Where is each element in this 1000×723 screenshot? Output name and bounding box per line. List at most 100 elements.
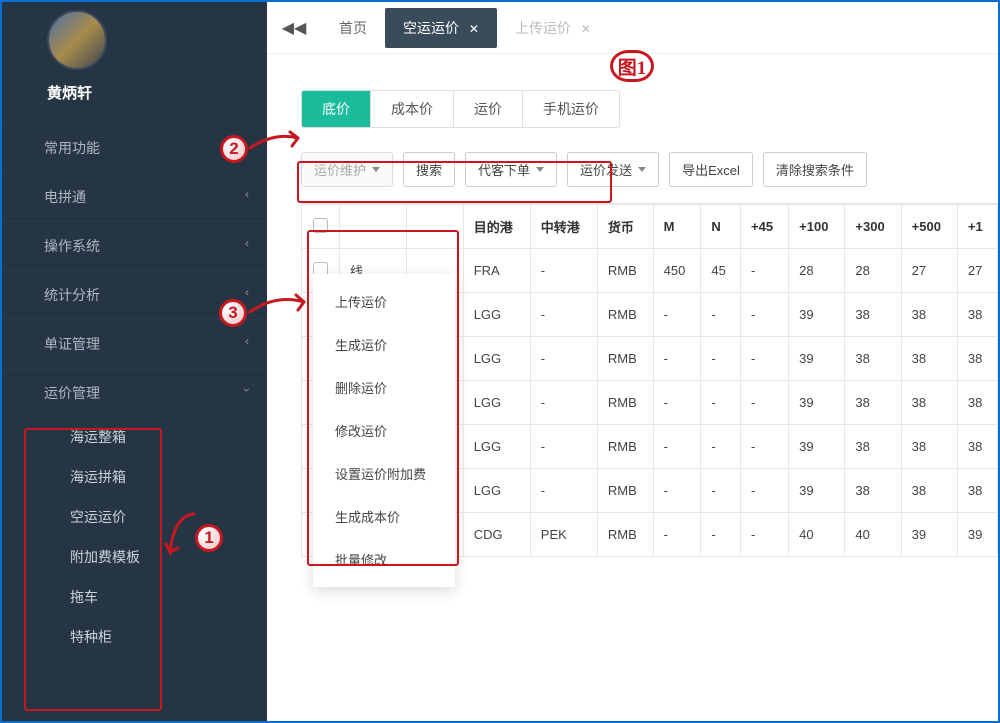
maintain-dropdown-button[interactable]: 运价维护 bbox=[301, 152, 393, 187]
cell-1: 27 bbox=[957, 249, 997, 293]
cell-dest: LGG bbox=[463, 425, 530, 469]
avatar[interactable] bbox=[47, 10, 107, 70]
submenu-trailer[interactable]: 拖车 bbox=[2, 577, 267, 617]
cell-500: 38 bbox=[901, 293, 957, 337]
chevron-left-icon: ‹ bbox=[245, 187, 249, 201]
submenu-special[interactable]: 特种柜 bbox=[2, 617, 267, 657]
chevron-down-icon: › bbox=[240, 388, 254, 392]
sidebar-item-stats[interactable]: 统计分析 ‹ bbox=[2, 270, 267, 319]
cell-500: 38 bbox=[901, 381, 957, 425]
cell-n: - bbox=[701, 469, 741, 513]
dropdown-batch-edit[interactable]: 批量修改 bbox=[313, 538, 455, 581]
dropdown-upload-price[interactable]: 上传运价 bbox=[313, 280, 455, 323]
close-icon[interactable]: ✕ bbox=[581, 22, 591, 36]
cell-45: - bbox=[741, 293, 789, 337]
close-icon[interactable]: ✕ bbox=[469, 22, 479, 36]
sidebar-item-price-mgmt[interactable]: 运价管理 › bbox=[2, 368, 267, 417]
top-tabs: ◀◀ 首页 空运运价 ✕ 上传运价 ✕ bbox=[267, 2, 998, 54]
col-300: +300 bbox=[845, 205, 901, 249]
checkbox-icon[interactable] bbox=[313, 218, 328, 233]
main: ◀◀ 首页 空运运价 ✕ 上传运价 ✕ 底价 成本价 运价 手机运价 运价维护 … bbox=[267, 2, 998, 721]
cell-n: - bbox=[701, 381, 741, 425]
cell-500: 38 bbox=[901, 337, 957, 381]
cell-transit: - bbox=[530, 469, 597, 513]
cell-m: 450 bbox=[653, 249, 701, 293]
caret-down-icon bbox=[536, 167, 544, 172]
col-m: M bbox=[653, 205, 701, 249]
sidebar-item-ops[interactable]: 操作系统 ‹ bbox=[2, 221, 267, 270]
cell-currency: RMB bbox=[597, 425, 653, 469]
sidebar-item-label: 单证管理 bbox=[44, 336, 100, 352]
export-excel-button[interactable]: 导出Excel bbox=[669, 152, 753, 187]
sidebar-item-label: 操作系统 bbox=[44, 238, 100, 254]
cell-currency: RMB bbox=[597, 249, 653, 293]
tab-cost-price[interactable]: 成本价 bbox=[371, 91, 454, 127]
cell-1: 38 bbox=[957, 425, 997, 469]
cell-n: 45 bbox=[701, 249, 741, 293]
chevron-left-icon: ‹ bbox=[245, 285, 249, 299]
cell-100: 39 bbox=[789, 469, 845, 513]
cell-100: 39 bbox=[789, 337, 845, 381]
cell-transit: - bbox=[530, 293, 597, 337]
distribute-button[interactable]: 运价发送 bbox=[567, 152, 659, 187]
cell-500: 27 bbox=[901, 249, 957, 293]
cell-currency: RMB bbox=[597, 469, 653, 513]
cell-currency: RMB bbox=[597, 381, 653, 425]
cell-300: 38 bbox=[845, 425, 901, 469]
dropdown-edit-price[interactable]: 修改运价 bbox=[313, 409, 455, 452]
col-transit: 中转港 bbox=[530, 205, 597, 249]
submenu-air[interactable]: 空运运价 bbox=[2, 497, 267, 537]
tab-upload-price[interactable]: 上传运价 ✕ bbox=[497, 8, 609, 48]
cell-300: 38 bbox=[845, 381, 901, 425]
dropdown-delete-price[interactable]: 删除运价 bbox=[313, 366, 455, 409]
cell-currency: RMB bbox=[597, 337, 653, 381]
cell-transit: - bbox=[530, 249, 597, 293]
cell-m: - bbox=[653, 425, 701, 469]
cell-currency: RMB bbox=[597, 513, 653, 557]
cell-500: 39 bbox=[901, 513, 957, 557]
dropdown-set-surcharge[interactable]: 设置运价附加费 bbox=[313, 452, 455, 495]
proxy-order-button[interactable]: 代客下单 bbox=[465, 152, 557, 187]
sidebar-item-common[interactable]: 常用功能 bbox=[2, 123, 267, 172]
cell-300: 28 bbox=[845, 249, 901, 293]
cell-300: 38 bbox=[845, 293, 901, 337]
col-currency: 货币 bbox=[597, 205, 653, 249]
submenu-surcharge[interactable]: 附加费模板 bbox=[2, 537, 267, 577]
sidebar: 黄炳轩 常用功能 电拼通 ‹ 操作系统 ‹ 统计分析 ‹ 单证管理 ‹ 运价管理… bbox=[2, 2, 267, 721]
cell-45: - bbox=[741, 513, 789, 557]
select-all-header[interactable] bbox=[302, 205, 340, 249]
cell-300: 38 bbox=[845, 337, 901, 381]
tab-price[interactable]: 运价 bbox=[454, 91, 523, 127]
chevron-left-icon: ‹ bbox=[245, 236, 249, 250]
sidebar-item-docs[interactable]: 单证管理 ‹ bbox=[2, 319, 267, 368]
chevron-left-icon: ‹ bbox=[245, 334, 249, 348]
content: 底价 成本价 运价 手机运价 运价维护 搜索 代客下单 运价发送 导出Excel… bbox=[267, 54, 998, 557]
cell-100: 28 bbox=[789, 249, 845, 293]
back-button[interactable]: ◀◀ bbox=[273, 10, 315, 46]
clear-search-button[interactable]: 清除搜索条件 bbox=[763, 152, 867, 187]
cell-dest: LGG bbox=[463, 381, 530, 425]
tab-mobile-price[interactable]: 手机运价 bbox=[523, 91, 619, 127]
dropdown-gen-price[interactable]: 生成运价 bbox=[313, 323, 455, 366]
dropdown-gen-cost[interactable]: 生成成本价 bbox=[313, 495, 455, 538]
col-dest: 目的港 bbox=[463, 205, 530, 249]
cell-100: 40 bbox=[789, 513, 845, 557]
cell-300: 38 bbox=[845, 469, 901, 513]
cell-m: - bbox=[653, 381, 701, 425]
cell-100: 39 bbox=[789, 425, 845, 469]
submenu-fcl[interactable]: 海运整箱 bbox=[2, 417, 267, 457]
tab-base-price[interactable]: 底价 bbox=[302, 91, 371, 127]
cell-300: 40 bbox=[845, 513, 901, 557]
cell-n: - bbox=[701, 337, 741, 381]
cell-45: - bbox=[741, 249, 789, 293]
cell-100: 39 bbox=[789, 293, 845, 337]
col-n: N bbox=[701, 205, 741, 249]
cell-dest: LGG bbox=[463, 469, 530, 513]
cell-transit: - bbox=[530, 337, 597, 381]
tab-air-price[interactable]: 空运运价 ✕ bbox=[385, 8, 497, 48]
submenu-lcl[interactable]: 海运拼箱 bbox=[2, 457, 267, 497]
maintain-dropdown-menu: 上传运价 生成运价 删除运价 修改运价 设置运价附加费 生成成本价 批量修改 bbox=[313, 274, 455, 587]
tab-home[interactable]: 首页 bbox=[321, 8, 385, 48]
search-button[interactable]: 搜索 bbox=[403, 152, 455, 187]
sidebar-item-epin[interactable]: 电拼通 ‹ bbox=[2, 172, 267, 221]
